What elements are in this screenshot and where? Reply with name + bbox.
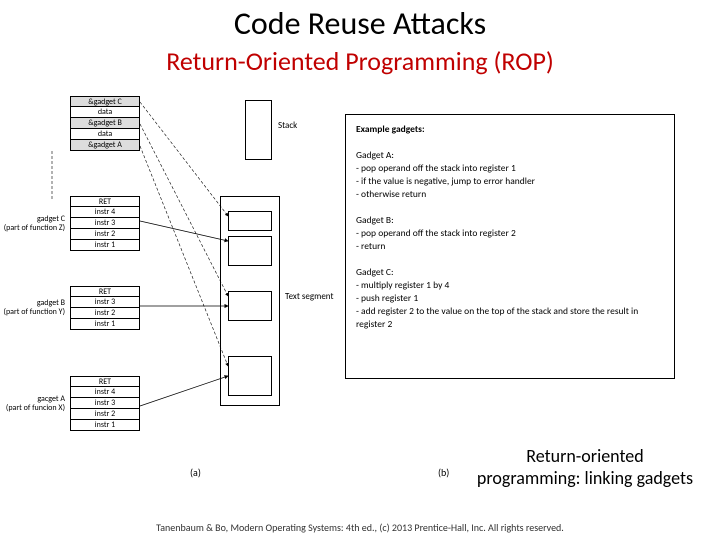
stack-cell: data bbox=[70, 107, 140, 118]
gadget-line: - return bbox=[356, 240, 664, 253]
page-title: Code Reuse Attacks bbox=[0, 4, 720, 43]
stack-cell: &gadget A bbox=[70, 140, 140, 151]
instr-cell: instr 3 bbox=[70, 297, 140, 308]
stack-cell: &gadget B bbox=[70, 118, 140, 129]
example-gadgets-box: Example gadgets: Gadget A:- pop operand … bbox=[345, 114, 675, 379]
stack-cell: data bbox=[70, 129, 140, 140]
instr-cell: instr 1 bbox=[70, 420, 140, 431]
figure-marker-a: (a) bbox=[190, 466, 201, 479]
inner-box-b bbox=[228, 291, 272, 321]
instr-cell: instr 2 bbox=[70, 308, 140, 319]
instr-cell: instr 4 bbox=[70, 387, 140, 398]
function-block: gadget B(part of function Y)RETinstr 3in… bbox=[70, 286, 140, 330]
gadget-line: - push register 1 bbox=[356, 292, 664, 305]
gadget-line: - otherwise return bbox=[356, 188, 664, 201]
figure-caption: Return-oriented programming: linking gad… bbox=[475, 445, 695, 489]
instr-cell: instr 2 bbox=[70, 229, 140, 240]
gadget-name: Gadget A: bbox=[356, 149, 664, 162]
text-segment-label: Text segment bbox=[285, 291, 333, 302]
gadget-line: - pop operand off the stack into registe… bbox=[356, 162, 664, 175]
inner-box-c bbox=[228, 211, 272, 231]
instr-cell: instr 2 bbox=[70, 409, 140, 420]
instr-cell: instr 4 bbox=[70, 207, 140, 218]
instr-cell: instr 1 bbox=[70, 240, 140, 251]
gadget-line: - if the value is negative, jump to erro… bbox=[356, 175, 664, 188]
instr-cell: instr 3 bbox=[70, 218, 140, 229]
stack-cell: &gadget C bbox=[70, 96, 140, 107]
function-side-label: gacget A(part of funcion X) bbox=[0, 395, 65, 413]
gadget-line: - add register 2 to the value on the top… bbox=[356, 305, 664, 331]
instr-cell: RET bbox=[70, 196, 140, 207]
inner-box-a bbox=[228, 356, 272, 396]
inner-box-c2 bbox=[228, 236, 272, 266]
copyright-footer: Tanenbaum & Bo, Modern Operating Systems… bbox=[0, 521, 720, 534]
figure-marker-b: (b) bbox=[438, 466, 449, 479]
rop-diagram: &gadget Cdata&gadget Bdata&gadget A Stac… bbox=[20, 96, 700, 476]
function-side-label: gadget C(part of function Z) bbox=[0, 215, 65, 233]
stack-outline bbox=[245, 100, 272, 160]
instr-cell: RET bbox=[70, 286, 140, 297]
page-subtitle: Return-Oriented Programming (ROP) bbox=[0, 45, 720, 77]
gadget-line: - multiply register 1 by 4 bbox=[356, 279, 664, 292]
example-heading: Example gadgets: bbox=[356, 123, 425, 135]
gadget-name: Gadget B: bbox=[356, 214, 664, 227]
instr-cell: RET bbox=[70, 376, 140, 387]
instr-cell: instr 1 bbox=[70, 319, 140, 330]
gadget-name: Gadget C: bbox=[356, 266, 664, 279]
stack-label: Stack bbox=[278, 120, 297, 131]
instr-cell: instr 3 bbox=[70, 398, 140, 409]
gadget-line: - pop operand off the stack into registe… bbox=[356, 227, 664, 240]
function-block: gadget C(part of function Z)RETinstr 4in… bbox=[70, 196, 140, 251]
function-block: gacget A(part of funcion X)RETinstr 4ins… bbox=[70, 376, 140, 431]
function-side-label: gadget B(part of function Y) bbox=[0, 299, 65, 317]
stack-cells: &gadget Cdata&gadget Bdata&gadget A bbox=[70, 96, 140, 151]
